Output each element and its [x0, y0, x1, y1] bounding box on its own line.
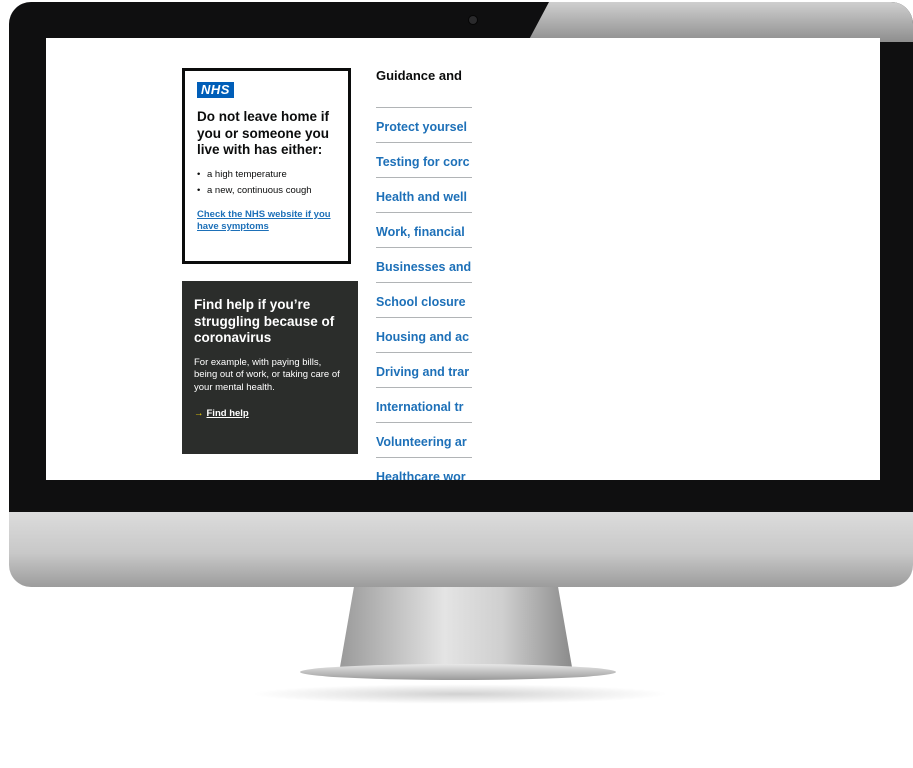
guidance-link[interactable]: Healthcare wor — [376, 470, 466, 480]
guidance-link[interactable]: Health and well — [376, 190, 467, 204]
guidance-item: Testing for corc — [376, 142, 472, 177]
nhs-heading: Do not leave home if you or someone you … — [197, 109, 330, 157]
guidance-link[interactable]: Testing for corc — [376, 155, 470, 169]
guidance-link[interactable]: School closure — [376, 295, 466, 309]
browser-screen: NHS Do not leave home if you or someone … — [46, 38, 880, 480]
guidance-item: Healthcare wor — [376, 457, 472, 480]
guidance-item: Housing and ac — [376, 317, 472, 352]
guidance-link[interactable]: Protect yoursel — [376, 120, 467, 134]
guidance-item: Volunteering ar — [376, 422, 472, 457]
guidance-link[interactable]: Volunteering ar — [376, 435, 467, 449]
guidance-list: Protect yoursel Testing for corc Health … — [376, 107, 472, 480]
guidance-link[interactable]: Businesses and — [376, 260, 471, 274]
find-help-link-label[interactable]: Find help — [207, 408, 249, 419]
guidance-section: Guidance and Protect yoursel Testing for… — [376, 68, 472, 480]
help-heading: Find help if you’re struggling because o… — [194, 297, 335, 345]
monitor-stand-base — [300, 664, 616, 680]
nhs-logo: NHS — [197, 82, 234, 98]
arrow-right-icon: → — [194, 408, 204, 419]
guidance-item: Work, financial — [376, 212, 472, 247]
guidance-item: International tr — [376, 387, 472, 422]
guidance-link[interactable]: Work, financial — [376, 225, 465, 239]
nhs-website-link[interactable]: Check the NHS website if you have sympto… — [197, 209, 336, 233]
help-description: For example, with paying bills, being ou… — [194, 356, 340, 393]
guidance-item: Driving and trar — [376, 352, 472, 387]
guidance-item: Health and well — [376, 177, 472, 212]
guidance-item: Protect yoursel — [376, 107, 472, 142]
guidance-item: School closure — [376, 282, 472, 317]
monitor-chin — [9, 512, 913, 587]
symptom-item: a new, continuous cough — [197, 183, 336, 199]
symptom-list: a high temperature a new, continuous cou… — [197, 167, 336, 199]
guidance-link[interactable]: Driving and trar — [376, 365, 469, 379]
find-help-link[interactable]: → Find help — [194, 408, 346, 419]
symptom-item: a high temperature — [197, 167, 336, 183]
guidance-item: Businesses and — [376, 247, 472, 282]
nhs-advice-box: NHS Do not leave home if you or someone … — [182, 68, 351, 264]
guidance-link[interactable]: International tr — [376, 400, 464, 414]
guidance-link[interactable]: Housing and ac — [376, 330, 469, 344]
guidance-title: Guidance and — [376, 68, 462, 83]
find-help-box: Find help if you’re struggling because o… — [182, 281, 358, 454]
stand-shadow — [250, 684, 670, 704]
bezel-glare — [527, 2, 913, 42]
camera-icon — [469, 16, 477, 24]
monitor-stand — [340, 587, 572, 667]
